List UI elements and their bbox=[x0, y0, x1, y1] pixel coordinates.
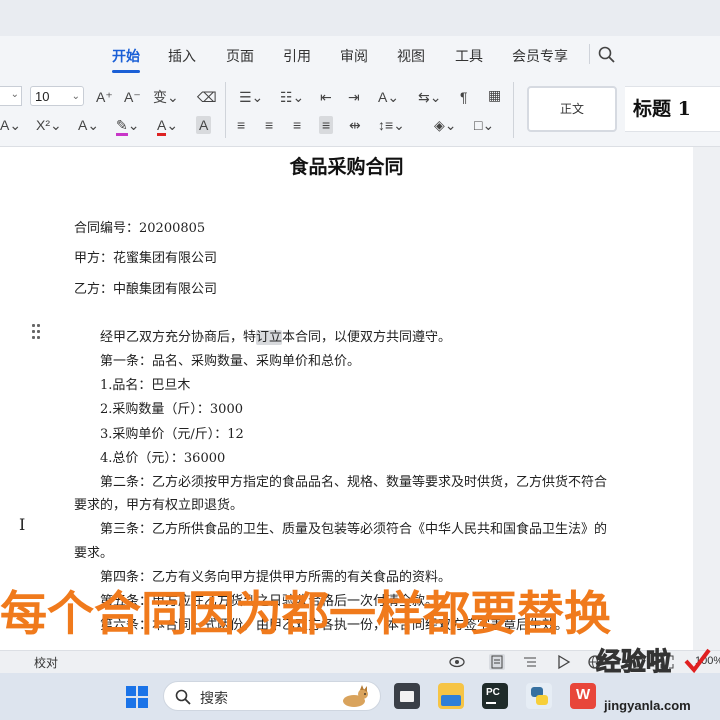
wps-icon[interactable]: W bbox=[570, 683, 596, 709]
clause-3-line-2: 要求。 bbox=[74, 546, 114, 561]
text-effect-icon[interactable]: A⌄ bbox=[78, 116, 99, 134]
table-grid-icon[interactable]: ▦ bbox=[488, 86, 501, 104]
justify-icon[interactable]: ≡ bbox=[319, 116, 334, 134]
taskbar-search-box[interactable]: 搜索 bbox=[163, 681, 381, 711]
clause-3-line-1: 第三条：乙方所供食品的卫生、质量及包装等必须符合《中华人民共和国食品卫生法》的 bbox=[100, 522, 608, 537]
char-shading-icon[interactable]: A bbox=[196, 116, 212, 134]
distribute-icon[interactable]: ⇹ bbox=[349, 116, 361, 134]
align-center-icon[interactable]: ≡ bbox=[265, 116, 273, 134]
checkmark-icon bbox=[684, 648, 711, 674]
superscript-icon[interactable]: X²⌄ bbox=[36, 116, 62, 134]
show-marks-icon[interactable]: ¶ bbox=[460, 88, 468, 106]
clause-4: 第四条：乙方有义务向甲方提供甲方所需的有关食品的资料。 bbox=[100, 570, 452, 585]
dog-illustration-icon bbox=[343, 685, 368, 707]
i-beam-cursor-icon: I bbox=[19, 515, 26, 534]
search-placeholder: 搜索 bbox=[200, 690, 228, 706]
watermark-title: 经验啦 bbox=[595, 648, 672, 677]
sort-icon[interactable]: ⇆⌄ bbox=[418, 88, 441, 106]
document-title: 食品采购合同 bbox=[289, 156, 404, 178]
tab-insert[interactable]: 插入 bbox=[168, 46, 196, 66]
eye-icon[interactable] bbox=[449, 654, 465, 670]
tab-home[interactable]: 开始 bbox=[112, 46, 140, 73]
align-left-icon[interactable]: ≡ bbox=[237, 116, 245, 134]
pycharm-icon[interactable]: PC bbox=[482, 683, 508, 709]
party-a: 甲方：花蜜集团有限公司 bbox=[74, 251, 218, 266]
font-name-select[interactable]: ⌄ bbox=[0, 86, 22, 106]
proofread-button[interactable]: 校对 bbox=[34, 654, 58, 671]
tab-references[interactable]: 引用 bbox=[283, 46, 311, 66]
font-color-icon[interactable]: A⌄ bbox=[157, 116, 178, 136]
item-quantity: 2.采购数量（斤）：3000 bbox=[100, 402, 243, 417]
selected-text: 订立 bbox=[256, 330, 283, 345]
increase-indent-icon[interactable]: ⇥ bbox=[348, 88, 360, 106]
align-right-icon[interactable]: ≡ bbox=[293, 116, 301, 134]
grow-font-icon[interactable]: A⁺ bbox=[96, 88, 113, 106]
document-page[interactable]: 食品采购合同 合同编号：20200805 甲方：花蜜集团有限公司 乙方：中酿集团… bbox=[0, 147, 693, 650]
numbered-list-icon[interactable]: ☷⌄ bbox=[280, 88, 304, 106]
item-total: 4.总价（元）：36000 bbox=[100, 451, 226, 466]
clear-format-icon[interactable]: ⌫ bbox=[197, 88, 217, 106]
clause-2-line-2: 要求的，甲方有权立即退货。 bbox=[74, 498, 244, 513]
font-size-select[interactable]: 10 ⌄ bbox=[30, 86, 84, 106]
tab-tools[interactable]: 工具 bbox=[455, 46, 483, 66]
tab-membership[interactable]: 会员专享 bbox=[512, 46, 568, 66]
python-icon[interactable] bbox=[526, 683, 552, 709]
intro-text-before: 经甲乙双方充分协商后，特 bbox=[100, 330, 257, 345]
party-b: 乙方：中酿集团有限公司 bbox=[74, 282, 218, 297]
site-watermark: 经验啦 jingyanla.com bbox=[595, 628, 720, 720]
clause-1: 第一条：品名、采购数量、采购单价和总价。 bbox=[100, 354, 361, 369]
play-icon[interactable] bbox=[555, 654, 571, 670]
windows-start-icon[interactable] bbox=[126, 686, 148, 708]
decrease-indent-icon[interactable]: ⇤ bbox=[320, 88, 332, 106]
style-normal[interactable]: 正文 bbox=[527, 86, 617, 132]
highlight-color-icon[interactable]: ✎⌄ bbox=[116, 116, 139, 136]
file-explorer-icon[interactable] bbox=[438, 683, 464, 709]
intro-paragraph: 经甲乙双方充分协商后，特订立本合同，以便双方共同遵守。 bbox=[100, 326, 451, 345]
paragraph-drag-handle-icon[interactable] bbox=[32, 324, 42, 340]
style-heading-1[interactable]: 标题 1 bbox=[625, 86, 720, 132]
toolbar-separator bbox=[225, 82, 226, 138]
toolbar-separator bbox=[513, 82, 514, 138]
phonetic-guide-icon[interactable]: 变⌄ bbox=[153, 88, 179, 106]
shrink-font-icon[interactable]: A⁻ bbox=[124, 88, 141, 106]
page-view-icon[interactable] bbox=[489, 654, 505, 670]
search-icon[interactable] bbox=[598, 46, 616, 64]
line-spacing-icon[interactable]: ↕≡⌄ bbox=[378, 116, 405, 134]
intro-text-after: 本合同，以便双方共同遵守。 bbox=[282, 330, 452, 345]
bullet-list-icon[interactable]: ☰⌄ bbox=[239, 88, 263, 106]
shading-icon[interactable]: ◈⌄ bbox=[434, 116, 457, 134]
item-unit-price: 3.采购单价（元/斤）：12 bbox=[100, 427, 244, 442]
tab-view[interactable]: 视图 bbox=[397, 46, 425, 66]
outline-view-icon[interactable] bbox=[522, 654, 538, 670]
border-icon[interactable]: □⌄ bbox=[474, 116, 494, 134]
task-view-icon[interactable] bbox=[394, 683, 420, 709]
tab-page[interactable]: 页面 bbox=[226, 46, 254, 66]
clause-2-line-1: 第二条：乙方必须按甲方指定的食品品名、规格、数量等要求及时供货，乙方供货不符合 bbox=[100, 475, 608, 490]
search-icon bbox=[175, 689, 191, 705]
watermark-url: jingyanla.com bbox=[604, 698, 691, 713]
tab-review[interactable]: 审阅 bbox=[340, 46, 368, 66]
chevron-down-icon: ⌄ bbox=[71, 91, 80, 102]
home-toolbar: ⌄ 10 ⌄ A⁺ A⁻ 变⌄ ⌫ ☰⌄ ☷⌄ ⇤ ⇥ A⌄ ⇆⌄ ¶ ▦ A⌄… bbox=[0, 76, 720, 147]
tab-divider bbox=[589, 44, 590, 64]
contract-number: 合同编号：20200805 bbox=[74, 221, 206, 236]
text-direction-icon[interactable]: A⌄ bbox=[378, 88, 399, 106]
wps-writer-window: 开始 插入 页面 引用 审阅 视图 工具 会员专享 ⌄ 10 ⌄ A⁺ A⁻ 变… bbox=[0, 0, 720, 720]
font-effects-icon[interactable]: A⌄ bbox=[0, 116, 21, 134]
vertical-scrollbar[interactable] bbox=[693, 147, 720, 650]
font-size-value: 10 bbox=[35, 89, 50, 104]
item-name: 1.品名：巴旦木 bbox=[100, 378, 191, 393]
